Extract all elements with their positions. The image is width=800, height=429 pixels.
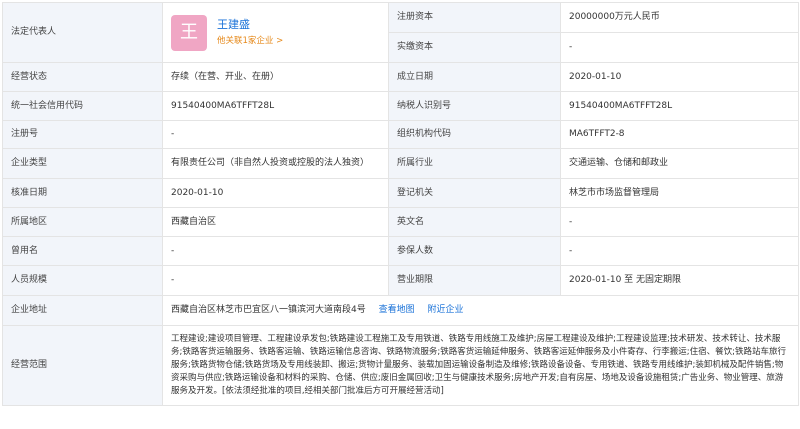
english-name-label: 英文名 (388, 207, 561, 237)
former-name-value: - (162, 236, 389, 266)
former-name-label: 曾用名 (2, 236, 163, 266)
region-label: 所属地区 (2, 207, 163, 237)
type-value: 有限责任公司（非自然人投资或控股的法人独资） (162, 148, 389, 179)
legal-rep-label: 法定代表人 (2, 2, 163, 63)
table-row: 法定代表人 王 王建盛 他关联1家企业 > 注册资本 20000000万元人民币 (2, 2, 799, 63)
industry-value: 交通运输、仓储和邮政业 (560, 148, 799, 179)
status-value: 存续（在营、开业、在册） (162, 62, 389, 92)
table-row: 统一社会信用代码 91540400MA6TFFT28L 纳税人识别号 91540… (2, 91, 799, 121)
org-code-label: 组织机构代码 (388, 120, 561, 149)
table-row: 所属地区 西藏自治区 英文名 - (2, 207, 799, 237)
credit-code-label: 统一社会信用代码 (2, 91, 163, 121)
table-row: 注册号 - 组织机构代码 MA6TFFT2-8 (2, 120, 799, 149)
table-row: 企业地址 西藏自治区林芝市巴宜区八一镇滨河大道南段4号 查看地图 附近企业 (2, 295, 799, 326)
org-code-value: MA6TFFT2-8 (560, 120, 799, 149)
paid-capital-label: 实缴资本 (388, 32, 561, 63)
avatar: 王 (171, 14, 207, 51)
business-info-table: 法定代表人 王 王建盛 他关联1家企业 > 注册资本 20000000万元人民币… (2, 2, 799, 406)
insured-label: 参保人数 (388, 236, 561, 266)
table-row: 经营范围 工程建设;建设项目管理、工程建设承发包;铁路建设工程施工及专用铁道、铁… (2, 325, 799, 406)
paid-capital-value: - (560, 32, 799, 63)
business-term-value: 2020-01-10 至 无固定期限 (560, 265, 799, 296)
table-row: 核准日期 2020-01-10 登记机关 林芝市市场监督管理局 (2, 178, 799, 208)
rep-name-link[interactable]: 王建盛 (217, 17, 283, 32)
table-row: 经营状态 存续（在营、开业、在册） 成立日期 2020-01-10 (2, 62, 799, 92)
authority-value: 林芝市市场监督管理局 (560, 178, 799, 208)
legal-rep-cell: 王 王建盛 他关联1家企业 > (162, 2, 389, 63)
reg-capital-value: 20000000万元人民币 (560, 2, 799, 33)
taxpayer-label: 纳税人识别号 (388, 91, 561, 121)
table-row: 人员规模 - 营业期限 2020-01-10 至 无固定期限 (2, 265, 799, 296)
status-label: 经营状态 (2, 62, 163, 92)
business-term-label: 营业期限 (388, 265, 561, 296)
established-value: 2020-01-10 (560, 62, 799, 92)
table-row: 企业类型 有限责任公司（非自然人投资或控股的法人独资） 所属行业 交通运输、仓储… (2, 148, 799, 179)
business-scope-label: 经营范围 (2, 325, 163, 406)
type-label: 企业类型 (2, 148, 163, 179)
approval-value: 2020-01-10 (162, 178, 389, 208)
reg-no-value: - (162, 120, 389, 149)
staff-size-value: - (162, 265, 389, 296)
region-value: 西藏自治区 (162, 207, 389, 237)
related-companies-link[interactable]: 他关联1家企业 > (217, 35, 283, 48)
established-label: 成立日期 (388, 62, 561, 92)
address-label: 企业地址 (2, 295, 163, 326)
staff-size-label: 人员规模 (2, 265, 163, 296)
taxpayer-value: 91540400MA6TFFT28L (560, 91, 799, 121)
address-cell: 西藏自治区林芝市巴宜区八一镇滨河大道南段4号 查看地图 附近企业 (162, 295, 799, 326)
address-value: 西藏自治区林芝市巴宜区八一镇滨河大道南段4号 (171, 305, 366, 315)
authority-label: 登记机关 (388, 178, 561, 208)
approval-label: 核准日期 (2, 178, 163, 208)
industry-label: 所属行业 (388, 148, 561, 179)
table-row: 曾用名 - 参保人数 - (2, 236, 799, 266)
nearby-companies-link[interactable]: 附近企业 (428, 305, 464, 315)
reg-no-label: 注册号 (2, 120, 163, 149)
insured-value: - (560, 236, 799, 266)
reg-capital-label: 注册资本 (388, 2, 561, 33)
view-map-link[interactable]: 查看地图 (379, 305, 415, 315)
english-name-value: - (560, 207, 799, 237)
business-scope-value: 工程建设;建设项目管理、工程建设承发包;铁路建设工程施工及专用铁道、铁路专用线施… (162, 325, 799, 406)
credit-code-value: 91540400MA6TFFT28L (162, 91, 389, 121)
